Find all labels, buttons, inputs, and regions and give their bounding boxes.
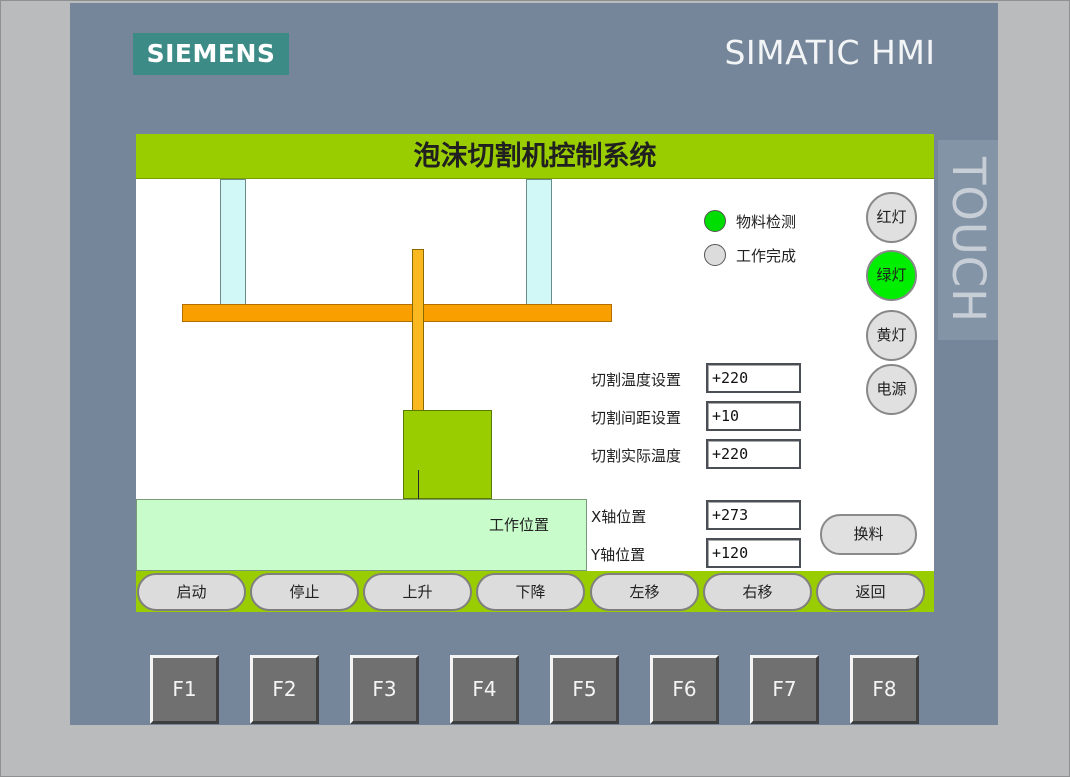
siemens-logo: SIEMENS [133, 33, 289, 75]
cut-actual-temp-field: +220 [706, 439, 801, 469]
product-name: SIMATIC HMI [724, 33, 936, 72]
f3-key[interactable]: F3 [350, 655, 419, 724]
cross-beam [182, 304, 612, 322]
touch-label: TOUCH [942, 156, 995, 324]
material-detect-label: 物料检测 [736, 213, 797, 231]
f8-key[interactable]: F8 [850, 655, 919, 724]
red-light-button[interactable]: 红灯 [866, 192, 917, 243]
return-button[interactable]: 返回 [816, 573, 925, 611]
change-material-button[interactable]: 换料 [820, 514, 917, 555]
right-support-pillar [526, 179, 552, 305]
work-area: 工作位置 [136, 499, 587, 571]
cut-temp-setting-label: 切割温度设置 [591, 371, 682, 389]
left-support-pillar [220, 179, 246, 305]
yellow-light-button[interactable]: 黄灯 [866, 310, 917, 361]
stop-button[interactable]: 停止 [250, 573, 359, 611]
f4-key[interactable]: F4 [450, 655, 519, 724]
material-detect-indicator [704, 210, 726, 232]
x-axis-position-label: X轴位置 [591, 508, 647, 526]
cut-temp-setting-field[interactable]: +220 [706, 363, 801, 393]
green-light-button[interactable]: 绿灯 [866, 250, 917, 301]
f2-key[interactable]: F2 [250, 655, 319, 724]
touch-label-strip: TOUCH [938, 140, 998, 340]
cut-spacing-setting-label: 切割间距设置 [591, 409, 682, 427]
bottom-control-bar: 启动 停止 上升 下降 左移 右移 返回 [136, 571, 934, 612]
f1-key[interactable]: F1 [150, 655, 219, 724]
foam-block [403, 410, 492, 499]
cut-line [418, 470, 419, 500]
start-button[interactable]: 启动 [137, 573, 246, 611]
move-left-button[interactable]: 左移 [590, 573, 699, 611]
y-axis-position-field: +120 [706, 538, 801, 568]
work-complete-label: 工作完成 [736, 247, 797, 265]
raise-button[interactable]: 上升 [363, 573, 472, 611]
hmi-screen: 泡沫切割机控制系统 工作位置 物料检测 工作完成 红灯 绿灯 黄灯 电源 切割温… [136, 134, 934, 612]
f5-key[interactable]: F5 [550, 655, 619, 724]
y-axis-position-label: Y轴位置 [591, 546, 646, 564]
x-axis-position-field: +273 [706, 500, 801, 530]
f7-key[interactable]: F7 [750, 655, 819, 724]
work-complete-indicator [704, 244, 726, 266]
work-area-label: 工作位置 [489, 516, 550, 534]
lower-button[interactable]: 下降 [476, 573, 585, 611]
cut-spacing-setting-field[interactable]: +10 [706, 401, 801, 431]
f6-key[interactable]: F6 [650, 655, 719, 724]
cut-actual-temp-label: 切割实际温度 [591, 447, 682, 465]
power-button[interactable]: 电源 [866, 364, 917, 415]
move-right-button[interactable]: 右移 [703, 573, 812, 611]
screen-title: 泡沫切割机控制系统 [136, 134, 934, 179]
